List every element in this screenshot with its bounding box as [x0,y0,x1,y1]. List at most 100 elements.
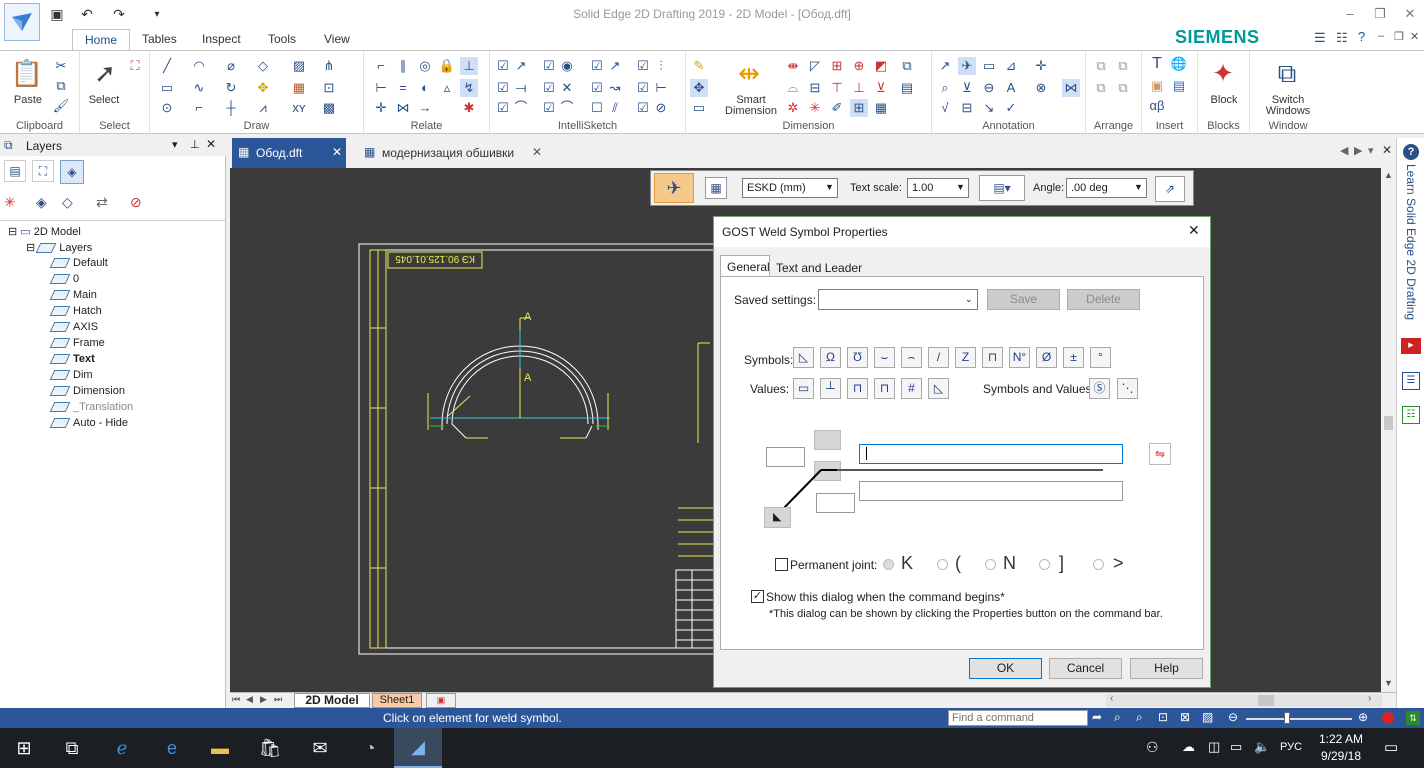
internet-explorer-icon[interactable]: e [148,728,196,768]
zoom-in-icon[interactable]: ⊕ [1358,710,1368,724]
text-icon[interactable]: A [1002,79,1020,97]
tab-tools[interactable]: Tools [256,29,308,51]
app-logo-icon[interactable] [4,3,40,41]
scroll-up-icon[interactable]: ▲ [1384,170,1393,180]
weld-symbol-icon[interactable]: ✈ [958,57,976,75]
network-alert-icon[interactable]: ☁ [1182,739,1195,755]
angle-select[interactable]: .00 deg ▼ [1066,178,1147,198]
weld-symbol-button[interactable]: ⌣ [874,347,895,368]
scroll-tabs-right-icon[interactable]: ▶ [1354,144,1362,157]
weld-symbol-button[interactable]: Ω [820,347,841,368]
bolt-hole-circle-icon[interactable]: ⊗ [1032,79,1050,97]
horizontal-icon[interactable]: ⊢ [652,79,670,97]
dim-align-icon[interactable]: ▤ [898,79,916,97]
text-scale-select[interactable]: 1.00 ▼ [907,178,969,198]
panel-menu-icon[interactable]: ▾ [172,138,178,151]
dim-table-icon[interactable]: ▦ [872,99,890,117]
checkbox-vertical-icon[interactable]: ☑ [634,57,652,75]
saved-settings-select[interactable]: ⌄ [818,289,978,310]
leader-icon[interactable]: ↘ [980,99,998,117]
dimension-style-icon[interactable]: ✎ [690,57,708,75]
tangent-icon[interactable]: ◐ [416,79,434,97]
dialog-tab-text-leader[interactable]: Text and Leader [772,257,864,277]
layer-item[interactable]: AXIS [49,321,98,333]
close-dialog-icon[interactable]: ✕ [1188,222,1200,239]
last-sheet-icon[interactable]: ⏭ [274,694,282,705]
restore-button[interactable]: ❐ [1366,4,1394,24]
lock-icon[interactable]: 🔒 [438,57,456,75]
new-sheet-icon[interactable]: ▣ [426,693,456,708]
fill-area-icon[interactable]: ▦ [290,79,308,97]
permanent-joint-checkbox[interactable] [775,558,788,571]
split-icon[interactable]: ⋔ [320,57,338,75]
weld-suffix-field[interactable] [816,493,855,513]
onedrive-icon[interactable]: ◫ [1208,739,1220,755]
horizontal-scrollbar[interactable]: ‹ › [1106,693,1382,707]
edge-condition-icon[interactable]: ⊻ [958,79,976,97]
edge-browser-icon[interactable]: ℯ [98,728,146,768]
center-mark-icon[interactable]: ✛ [1032,57,1050,75]
close-panel-icon[interactable]: ✕ [206,137,216,151]
store-icon[interactable]: 🛍 [246,728,294,768]
weld-side-symbol-top[interactable] [814,430,841,450]
dim-group-icon[interactable]: ⊞ [850,99,868,117]
dialog-tab-general[interactable]: General [720,255,770,277]
symmetric-icon[interactable]: ⋈ [394,99,412,117]
silhouette-icon[interactable]: ↗ [606,57,624,75]
weld-symbol-button[interactable]: N° [1009,347,1030,368]
weld-symbol-button[interactable]: ◺ [793,347,814,368]
relationship-handles-icon[interactable]: ⊥ [460,57,478,75]
sheet-tab-2d-model[interactable]: 2D Model [294,693,370,708]
hatch-icon[interactable]: ▨ [290,57,308,75]
cancel-button[interactable]: Cancel [1049,658,1122,679]
tab-select-tools-icon[interactable]: ⛶ [32,160,54,182]
weld-symbol-button[interactable]: Ø [1036,347,1057,368]
checkbox-endpoint-icon[interactable]: ☑ [494,57,512,75]
rectangle-icon[interactable]: ▭ [158,79,176,97]
joint-radio-2[interactable] [937,559,948,570]
block-label[interactable]: Block [1200,95,1248,106]
ordinate-icon[interactable]: ⊻ [872,79,890,97]
docs-icon[interactable]: ☷ [1336,30,1348,46]
close-all-tabs-icon[interactable]: ✕ [1382,143,1392,157]
checkbox-parallel-icon[interactable]: ☐ [588,99,606,117]
delete-relationships-icon[interactable]: ✱ [460,99,478,117]
send-backward-icon[interactable]: ⧉ [1114,79,1132,97]
arrow-relate-icon[interactable]: → [416,99,434,117]
task-view-icon[interactable]: ⧉ [48,728,96,768]
weld-symbol-button[interactable]: ± [1063,347,1084,368]
tangent-snap-icon[interactable]: ↝ [606,79,624,97]
scroll-left-icon[interactable]: ‹ [1110,693,1113,704]
midpoint-icon[interactable]: ⟞ [512,79,530,97]
joint-radio-4[interactable] [1039,559,1050,570]
concentric-icon[interactable]: ◎ [416,57,434,75]
checkbox-perpendicular-icon[interactable]: ☑ [540,99,558,117]
zoom-area-icon[interactable]: ⌕ [1114,710,1121,725]
weld-symbol-button[interactable]: ⌢ [901,347,922,368]
hide-layer-icon[interactable]: ◇ [62,194,73,211]
close-tab-icon[interactable]: ✕ [532,145,542,159]
scroll-down-icon[interactable]: ▼ [1384,678,1393,688]
centerline-icon[interactable]: ⋈ [1062,79,1080,97]
weld-symbol-button[interactable]: ° [1090,347,1111,368]
solid-edge-taskbar-icon[interactable]: ◢ [394,728,442,768]
select-arrow-icon[interactable]: ➚ [88,55,122,91]
value-count-icon[interactable]: # [901,378,922,399]
prev-sheet-icon[interactable]: ◀ [246,694,253,705]
layer-item[interactable]: Main [49,289,97,301]
learn-help-icon[interactable]: ? [1403,144,1419,160]
parallel-icon[interactable]: ∥ [394,57,412,75]
zoom-slider[interactable] [1246,718,1352,720]
fillet-icon[interactable]: ⌐ [190,99,208,117]
layer-item[interactable]: Dim [49,369,93,381]
speedometer-icon[interactable]: ◔ [346,728,394,768]
swap-sides-icon[interactable]: ⇋ [1149,443,1171,465]
notifications-icon[interactable]: ▭ [1384,738,1398,756]
offset-icon[interactable]: ↻ [222,79,240,97]
close-tab-icon[interactable]: ✕ [332,145,342,159]
ribbon-close-icon[interactable]: ✕ [1410,30,1419,43]
move-to-layer-icon[interactable]: ⇄ [96,194,108,211]
view-icon[interactable]: ▨ [1202,710,1213,724]
language-indicator[interactable]: РУС [1280,741,1302,753]
sheet-tab-sheet1[interactable]: Sheet1 [372,693,422,708]
